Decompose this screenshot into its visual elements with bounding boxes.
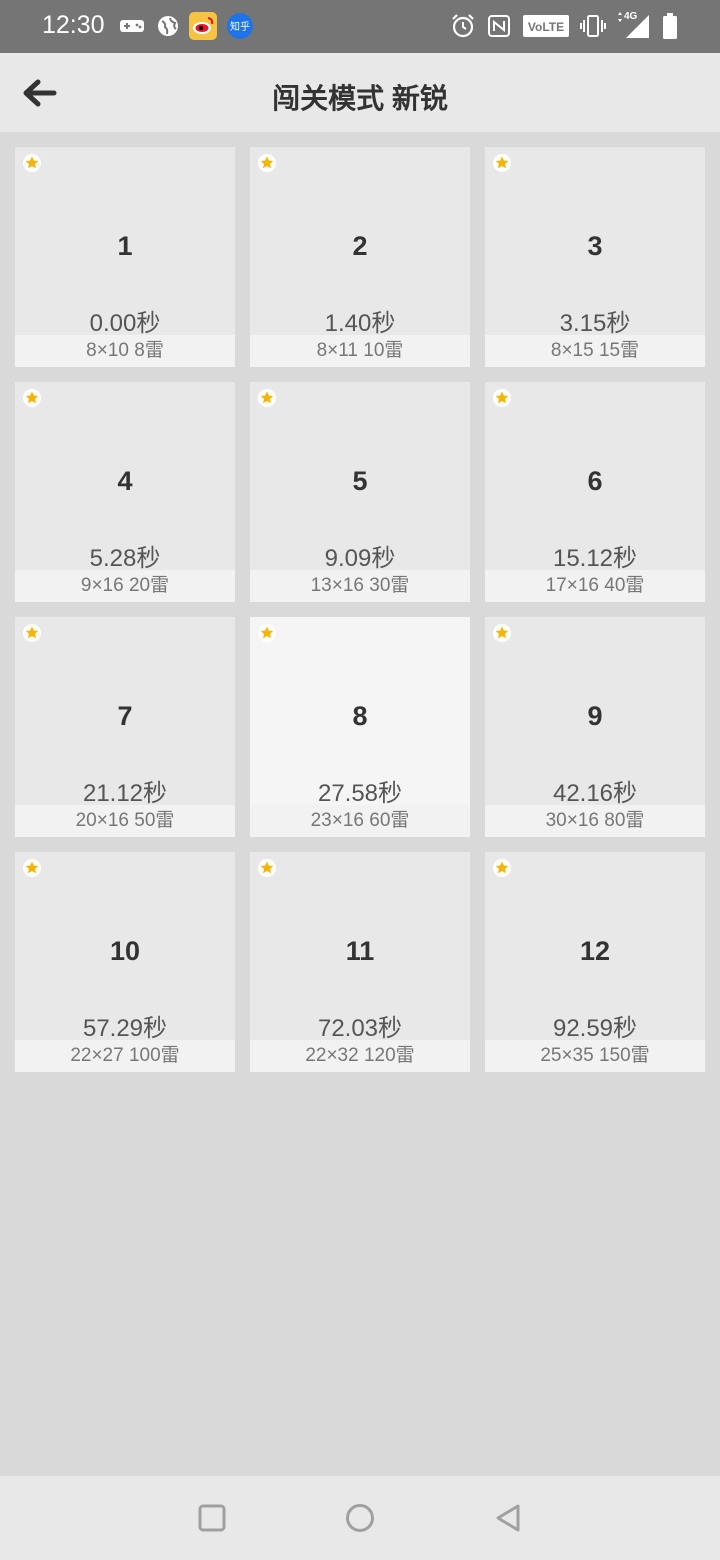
volte-icon: VoLTE <box>523 12 569 40</box>
level-board-info: 25×35 150雷 <box>485 1040 705 1072</box>
level-board-info: 20×16 50雷 <box>15 805 235 837</box>
level-best-time: 0.00秒 <box>89 310 161 337</box>
level-card[interactable]: 6 15.12秒 17×16 40雷 <box>485 382 705 602</box>
level-number: 10 <box>109 936 141 966</box>
level-card[interactable]: 5 9.09秒 13×16 30雷 <box>250 382 470 602</box>
level-board-info: 8×10 8雷 <box>15 335 235 367</box>
star-icon <box>258 624 276 642</box>
level-card[interactable]: 1 0.00秒 8×10 8雷 <box>15 147 235 367</box>
level-best-time: 15.12秒 <box>552 545 638 572</box>
star-icon <box>493 389 511 407</box>
level-board-info: 22×27 100雷 <box>15 1040 235 1072</box>
status-bar: 12:30 知乎 VoLTE 4G <box>0 0 720 53</box>
gamepad-icon <box>118 12 146 40</box>
zhihu-label: 知乎 <box>230 20 250 33</box>
home-circle-icon <box>342 1504 378 1540</box>
level-number: 12 <box>579 936 611 966</box>
page-title: 闯关模式 新锐 <box>272 83 448 114</box>
recents-square-icon <box>194 1504 230 1540</box>
level-best-time: 9.09秒 <box>324 545 396 572</box>
level-board-info: 8×11 10雷 <box>250 335 470 367</box>
network-label: 4G <box>624 11 638 22</box>
level-board-info: 8×15 15雷 <box>485 335 705 367</box>
level-number: 11 <box>345 936 375 966</box>
level-board-info: 13×16 30雷 <box>250 570 470 602</box>
level-number: 3 <box>587 231 603 261</box>
level-number: 2 <box>352 231 368 261</box>
level-best-time: 3.15秒 <box>559 310 631 337</box>
weibo-icon <box>189 12 217 40</box>
star-icon <box>23 389 41 407</box>
home-button[interactable] <box>342 1500 378 1536</box>
star-icon <box>258 859 276 877</box>
star-icon <box>258 154 276 172</box>
app-bar: 闯关模式 新锐 <box>0 53 720 132</box>
level-best-time: 1.40秒 <box>324 310 396 337</box>
alarm-icon <box>450 12 476 40</box>
level-best-time: 92.59秒 <box>552 1015 638 1042</box>
level-grid: 1 0.00秒 8×10 8雷 2 1.40秒 8×11 10雷 3 3.15秒… <box>15 147 705 1072</box>
star-icon <box>493 624 511 642</box>
level-board-info: 22×32 120雷 <box>250 1040 470 1072</box>
star-icon <box>493 859 511 877</box>
system-nav-bar <box>0 1476 720 1560</box>
nfc-icon <box>487 12 511 40</box>
level-number: 8 <box>352 701 368 731</box>
level-number: 6 <box>587 466 603 496</box>
level-card[interactable]: 7 21.12秒 20×16 50雷 <box>15 617 235 837</box>
zhihu-icon: 知乎 <box>226 12 254 40</box>
globe-icon <box>155 12 181 40</box>
level-board-info: 17×16 40雷 <box>485 570 705 602</box>
level-card[interactable]: 3 3.15秒 8×15 15雷 <box>485 147 705 367</box>
level-card[interactable]: 10 57.29秒 22×27 100雷 <box>15 852 235 1072</box>
level-number: 4 <box>117 466 133 496</box>
star-icon <box>23 859 41 877</box>
level-card[interactable]: 9 42.16秒 30×16 80雷 <box>485 617 705 837</box>
nav-back-button[interactable] <box>490 1500 526 1536</box>
level-number: 1 <box>117 231 133 261</box>
level-best-time: 57.29秒 <box>82 1015 168 1042</box>
level-board-info: 30×16 80雷 <box>485 805 705 837</box>
star-icon <box>258 389 276 407</box>
status-time: 12:30 <box>42 11 105 39</box>
level-card[interactable]: 2 1.40秒 8×11 10雷 <box>250 147 470 367</box>
level-card[interactable]: 4 5.28秒 9×16 20雷 <box>15 382 235 602</box>
level-best-time: 72.03秒 <box>317 1015 403 1042</box>
back-triangle-icon <box>490 1504 526 1540</box>
recents-button[interactable] <box>194 1500 230 1536</box>
vibrate-icon <box>580 12 606 40</box>
level-board-info: 9×16 20雷 <box>15 570 235 602</box>
star-icon <box>493 154 511 172</box>
level-best-time: 5.28秒 <box>89 545 161 572</box>
level-best-time: 27.58秒 <box>317 780 403 807</box>
level-number: 9 <box>587 701 603 731</box>
level-board-info: 23×16 60雷 <box>250 805 470 837</box>
star-icon <box>23 624 41 642</box>
level-card[interactable]: 12 92.59秒 25×35 150雷 <box>485 852 705 1072</box>
level-number: 7 <box>117 701 133 731</box>
volte-label: VoLTE <box>528 20 564 34</box>
signal-4g-icon: 4G <box>614 10 650 38</box>
battery-icon <box>660 12 680 40</box>
level-number: 5 <box>352 466 368 496</box>
star-icon <box>23 154 41 172</box>
level-card[interactable]: 11 72.03秒 22×32 120雷 <box>250 852 470 1072</box>
level-card-selected[interactable]: 8 27.58秒 23×16 60雷 <box>250 617 470 837</box>
level-best-time: 21.12秒 <box>82 780 168 807</box>
level-best-time: 42.16秒 <box>552 780 638 807</box>
